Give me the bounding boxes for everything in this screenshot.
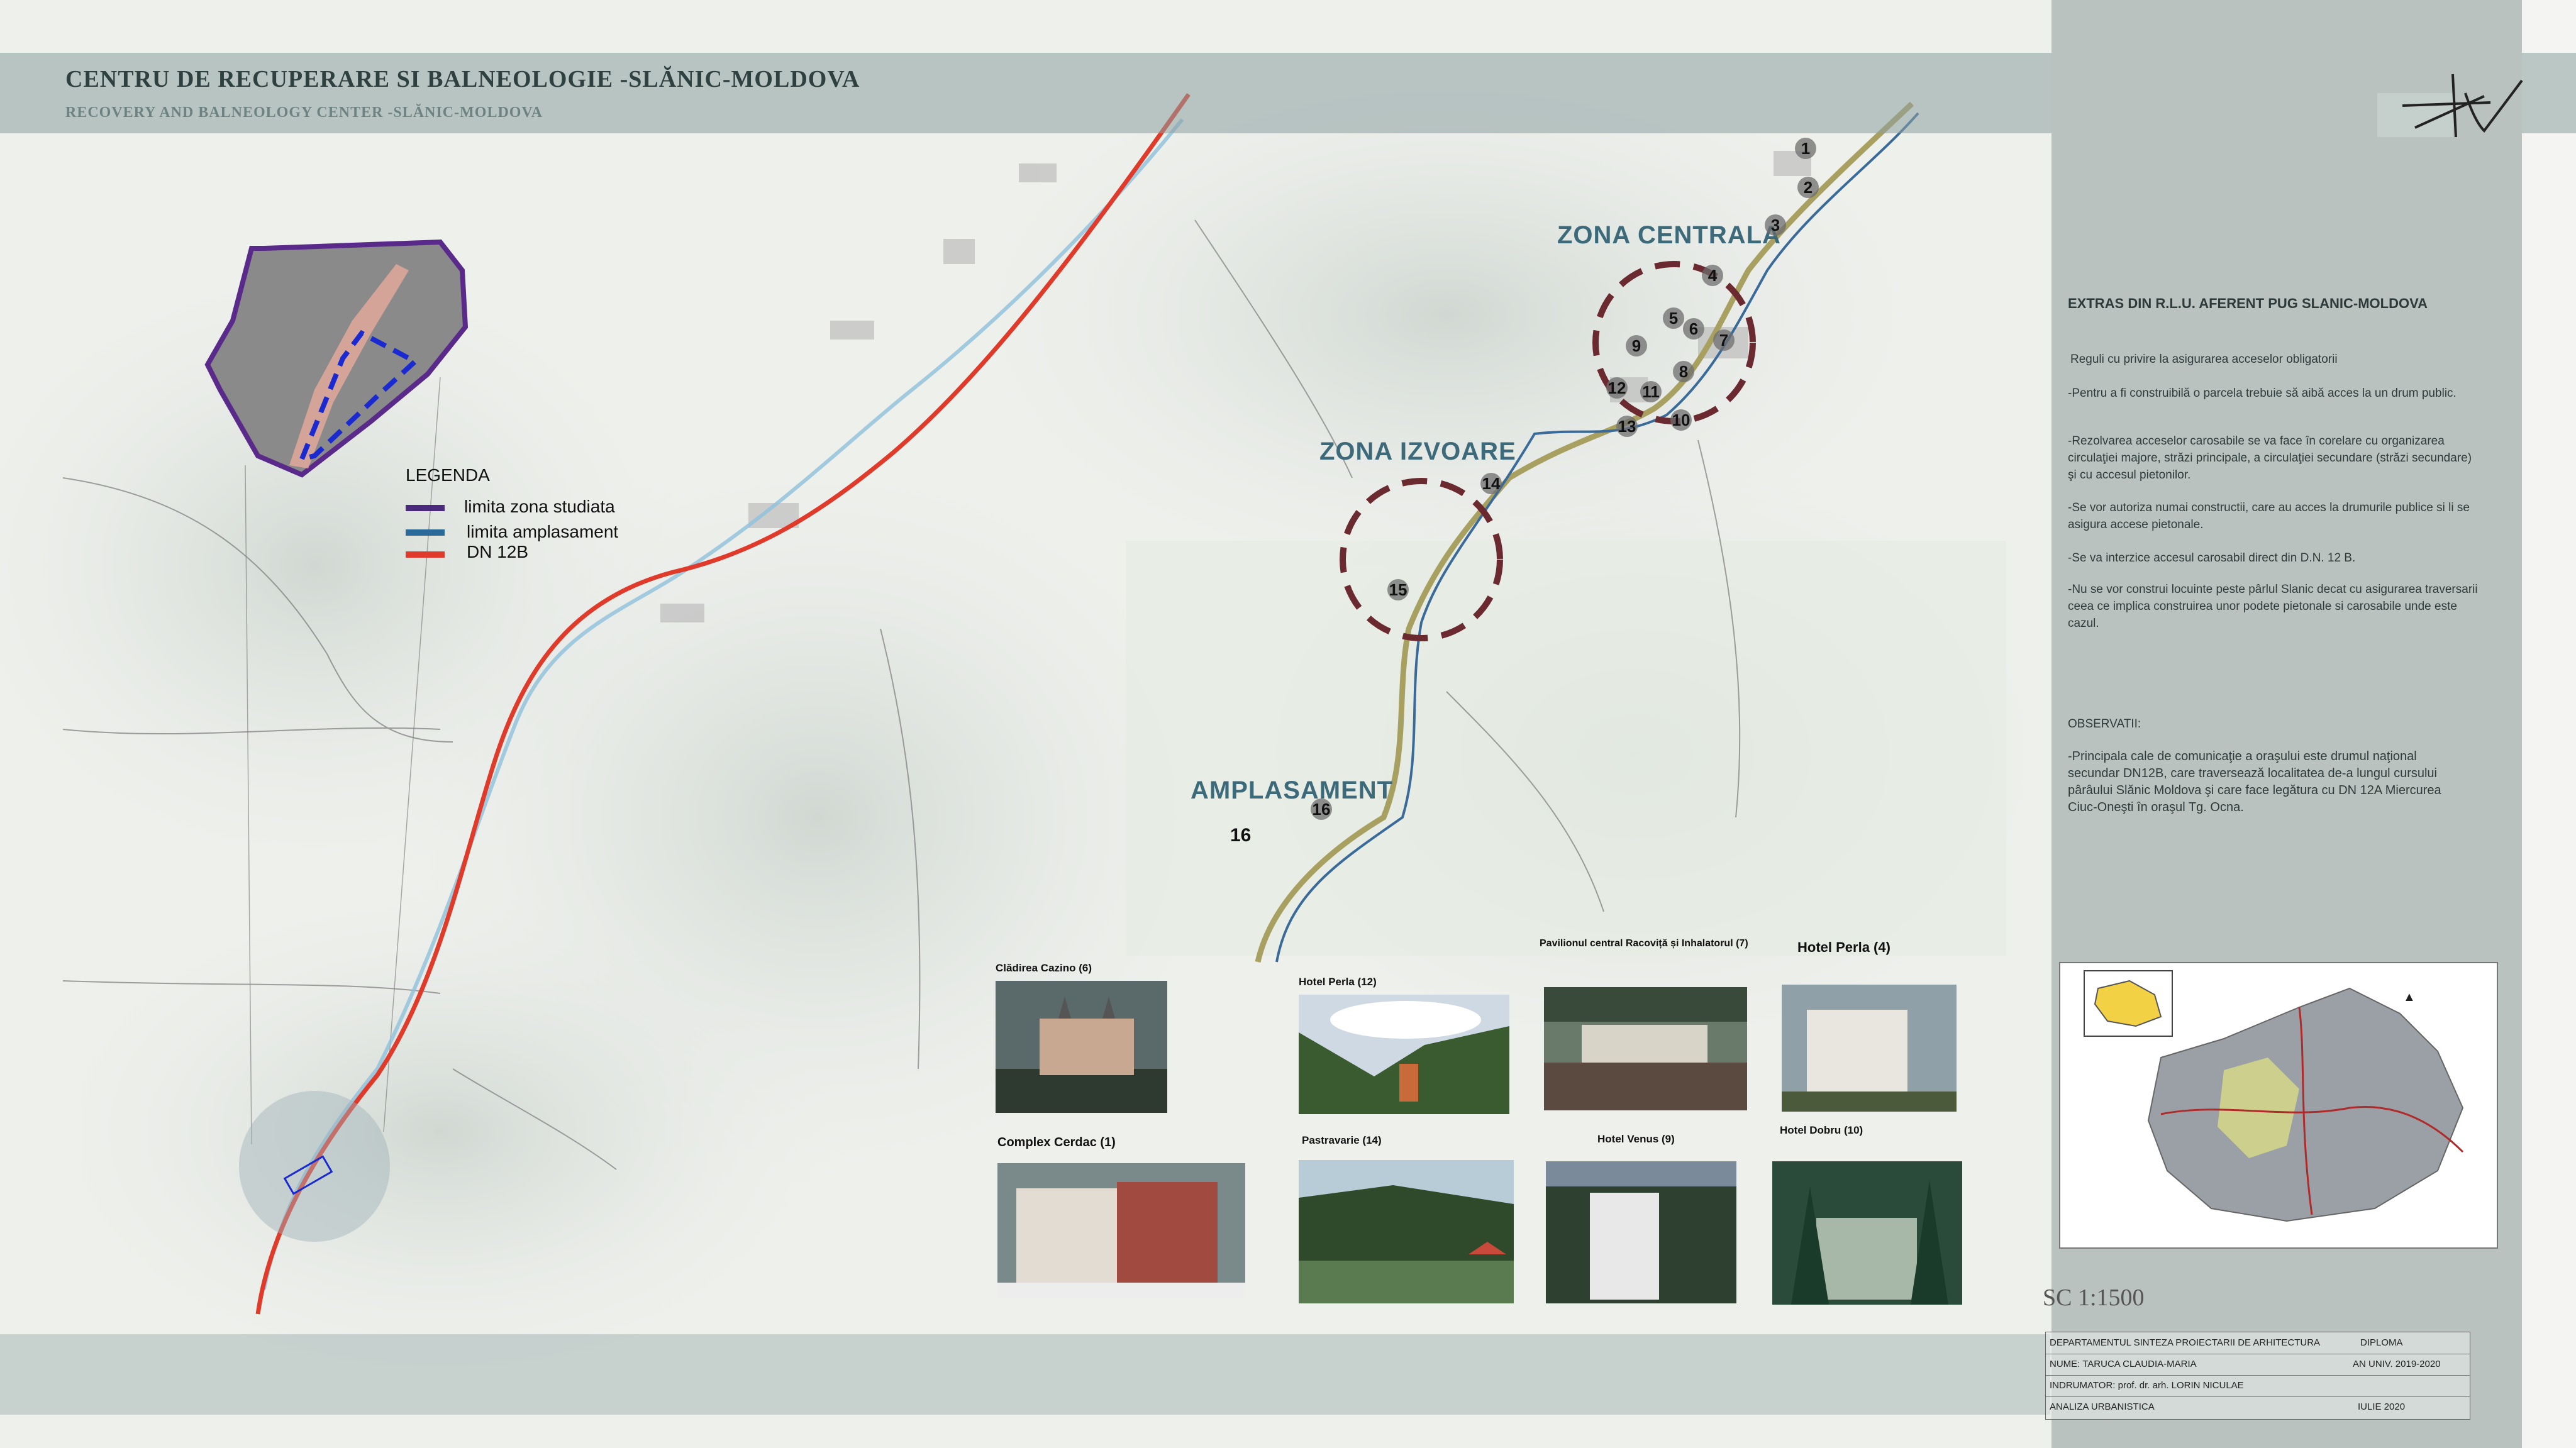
tb-year: AN UNIV. 2019-2020	[2353, 1359, 2441, 1369]
legend-label-road: DN 12B	[467, 542, 529, 561]
photo-caption-pastravarie: Pastravarie (14)	[1302, 1134, 1382, 1146]
marker-15[interactable]: 15	[1387, 579, 1409, 600]
marker-13[interactable]: 13	[1616, 416, 1638, 437]
marker-7[interactable]: 7	[1713, 329, 1735, 351]
zone-label-izvoare: ZONA IZVOARE	[1319, 438, 1516, 465]
marker-11[interactable]: 11	[1640, 381, 1662, 402]
photo-caption-perla4: Hotel Perla (4)	[1797, 939, 1890, 955]
panel-p6: -Nu se vor construi locuinte peste pârlu…	[2068, 583, 2478, 630]
zone-label-centrala: ZONA CENTRALA	[1557, 221, 1781, 249]
zone-label-amplasament: AMPLASAMENT	[1191, 777, 1394, 804]
panel-heading: EXTRAS DIN R.L.U. AFERENT PUG SLANIC-MOL…	[2068, 296, 2428, 311]
panel-p5: -Se va interzice accesul carosabil direc…	[2068, 551, 2356, 565]
location-inset-map: ▲	[2059, 962, 2498, 1249]
observations-text: -Principala cale de comunicaţie a oraşul…	[2068, 749, 2441, 814]
title-block: DEPARTAMENTUL SINTEZA PROIECTARII DE ARH…	[2045, 1332, 2470, 1420]
photo-perla12[interactable]	[1299, 995, 1509, 1114]
panel-p3: -Rezolvarea acceselor carosabile se va f…	[2068, 434, 2472, 482]
panel-p4: -Se vor autoriza numai constructii, care…	[2068, 501, 2470, 531]
panel-p2: -Pentru a fi construibilă o parcela treb…	[2068, 387, 2457, 400]
photo-perla4[interactable]	[1782, 985, 1957, 1112]
svg-text:▲: ▲	[2403, 990, 2416, 1004]
marker-16a[interactable]: 16	[1311, 799, 1332, 820]
panel-p1: Reguli cu privire la asigurarea acceselo…	[2070, 353, 2338, 366]
tb-diploma: DIPLOMA	[2360, 1337, 2403, 1348]
marker-1[interactable]: 1	[1795, 138, 1816, 159]
photo-caption-venus: Hotel Venus (9)	[1597, 1133, 1675, 1145]
marker-16b: 16	[1230, 825, 1252, 846]
tb-advisor: INDRUMATOR: prof. dr. arh. LORIN NICULAE	[2050, 1380, 2244, 1391]
page-title: CENTRU DE RECUPERARE SI BALNEOLOGIE -SLĂ…	[65, 66, 860, 92]
photo-dobru[interactable]	[1772, 1161, 1962, 1305]
photo-cerdac[interactable]	[997, 1163, 1245, 1298]
marker-12[interactable]: 12	[1606, 377, 1628, 399]
marker-4[interactable]: 4	[1702, 265, 1723, 286]
photo-caption-cerdac: Complex Cerdac (1)	[997, 1136, 1116, 1149]
photo-caption-dobru: Hotel Dobru (10)	[1780, 1124, 1863, 1136]
photo-caption-perla12: Hotel Perla (12)	[1299, 976, 1377, 988]
observations-title: OBSERVATII:	[2068, 717, 2141, 731]
legend-swatch-site	[406, 529, 445, 536]
tb-department: DEPARTAMENTUL SINTEZA PROIECTARII DE ARH…	[2050, 1337, 2321, 1348]
legend-title: LEGENDA	[406, 465, 490, 485]
photo-caption-pavilion: Pavilionul central Racoviță și Inhalator…	[1540, 938, 1748, 949]
tb-name: NUME: TARUCA CLAUDIA-MARIA	[2050, 1359, 2197, 1369]
page-subtitle: RECOVERY AND BALNEOLOGY CENTER -SLĂNIC-M…	[65, 104, 543, 121]
marker-5[interactable]: 5	[1663, 307, 1684, 329]
photo-cazino[interactable]	[996, 981, 1167, 1113]
signature-logo	[2377, 68, 2576, 143]
legend-label-study: limita zona studiata	[464, 497, 615, 516]
marker-6[interactable]: 6	[1683, 318, 1704, 340]
tb-date: IULIE 2020	[2358, 1401, 2406, 1412]
marker-8[interactable]: 8	[1673, 361, 1694, 382]
photo-pavilion[interactable]	[1544, 987, 1747, 1110]
legend-swatch-road	[406, 551, 445, 558]
bottom-band	[0, 1334, 2050, 1415]
photo-venus[interactable]	[1546, 1161, 1736, 1303]
legend-swatch-study	[406, 505, 445, 511]
legend-label-site: limita amplasament	[467, 522, 619, 541]
scale-label: SC 1:1500	[2043, 1285, 2145, 1311]
tb-analysis: ANALIZA URBANISTICA	[2050, 1401, 2155, 1412]
marker-14[interactable]: 14	[1480, 473, 1502, 494]
marker-10[interactable]: 10	[1670, 409, 1692, 431]
marker-3[interactable]: 3	[1765, 214, 1786, 236]
photo-pastravarie[interactable]	[1299, 1160, 1514, 1303]
photo-caption-cazino: Clădirea Cazino (6)	[996, 962, 1092, 974]
marker-9[interactable]: 9	[1626, 335, 1647, 356]
marker-2[interactable]: 2	[1797, 177, 1819, 198]
